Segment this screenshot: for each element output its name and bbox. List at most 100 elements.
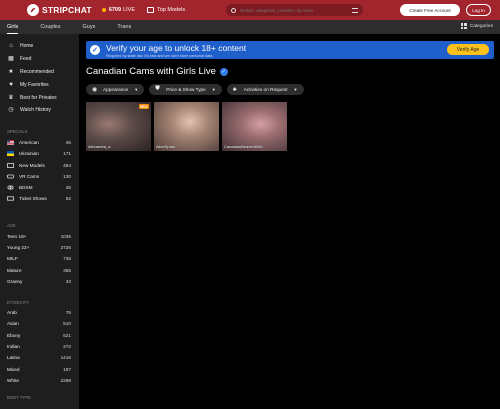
home-icon: ⌂ xyxy=(9,43,13,50)
sidebar-item-feed[interactable]: ▦ Feed xyxy=(0,53,79,66)
filter-ethnicity-indian[interactable]: Indian 272 xyxy=(0,341,79,352)
sidebar-item-watch-history[interactable]: ◷ Watch History xyxy=(0,104,79,117)
filter-age-milf[interactable]: MILF 736 xyxy=(0,253,79,264)
filter-label: Asian xyxy=(7,321,19,327)
filter-ethnicity-mixed[interactable]: Mixed 167 xyxy=(0,364,79,375)
logo-icon xyxy=(27,4,39,16)
model-card[interactable]: CanadianBeaver5060 xyxy=(222,102,287,151)
filter-label: Granny xyxy=(7,278,23,284)
grid-icon xyxy=(460,23,467,29)
main-content: ✓ Verify your age to unlock 18+ content … xyxy=(79,34,500,409)
filter-new-models[interactable]: New Models 494 xyxy=(0,159,79,170)
model-grid: NEW Alexandra_a AliceSpark CanadianBeave… xyxy=(86,102,290,151)
new-icon xyxy=(7,162,14,168)
sidebar-item-label: Home xyxy=(20,43,34,50)
verify-subtitle: Required by state law. It's fast and we … xyxy=(106,53,214,58)
filter-ukrainian[interactable]: Ukrainian 171 xyxy=(0,148,79,159)
search-icon xyxy=(231,7,236,13)
sidebar: ⌂ Home ▦ Feed ★ Recommended ♥ My Favorit… xyxy=(0,34,79,409)
verify-age-banner: ✓ Verify your age to unlock 18+ content … xyxy=(86,41,494,59)
live-count: 6709 xyxy=(108,7,122,13)
tab-couples[interactable]: Couples xyxy=(40,20,60,34)
filter-count: 1416 xyxy=(60,355,71,361)
filter-button-label: Activities on Request xyxy=(243,87,288,92)
feed-icon: ▦ xyxy=(8,56,14,63)
search-input[interactable] xyxy=(240,7,350,13)
category-tabs: Girls Couples Guys Trans Categories xyxy=(0,20,500,34)
tab-guys[interactable]: Guys xyxy=(83,20,96,34)
ua-flag-icon xyxy=(7,151,14,157)
filter-ethnicity-white[interactable]: White 2298 xyxy=(0,375,79,386)
vr-icon xyxy=(7,174,14,179)
model-card[interactable]: NEW Alexandra_a xyxy=(86,102,151,151)
sidebar-item-label: Recommended xyxy=(20,68,54,75)
filter-count: 76 xyxy=(65,310,71,316)
create-account-button[interactable]: Create Free Account xyxy=(400,4,460,16)
login-button[interactable]: Log In xyxy=(466,4,491,16)
history-icon: ◷ xyxy=(8,107,14,114)
star-icon: ★ xyxy=(8,68,14,75)
us-flag-icon xyxy=(7,139,14,145)
filter-bdsm[interactable]: BDSM 45 xyxy=(0,182,79,193)
filter-count: 45 xyxy=(65,185,71,191)
categories-button[interactable]: Categories xyxy=(460,23,493,29)
model-card[interactable]: AliceSpark xyxy=(154,102,219,151)
activities-icon: ♣ xyxy=(232,86,237,93)
filter-label: Mature xyxy=(7,267,22,273)
chevron-down-icon: ▼ xyxy=(134,87,139,92)
new-badge: NEW xyxy=(138,104,149,109)
filter-age-granny[interactable]: Granny 43 xyxy=(0,276,79,287)
filter-count: 167 xyxy=(63,366,71,372)
filter-vr-cams[interactable]: VR Cams 130 xyxy=(0,171,79,182)
sidebar-item-label: Feed xyxy=(20,56,32,63)
filter-label: MILF xyxy=(7,256,18,262)
filter-count: 43 xyxy=(65,278,71,284)
appearance-filter-button[interactable]: ◉ Appearance ▼ xyxy=(86,84,145,95)
check-shield-icon: ✓ xyxy=(90,45,100,55)
sidebar-item-home[interactable]: ⌂ Home xyxy=(0,40,79,53)
filter-count: 494 xyxy=(63,162,71,168)
filter-ticket-shows[interactable]: Ticket Shows 92 xyxy=(0,193,79,204)
search-box[interactable] xyxy=(226,4,363,16)
filter-count: 2726 xyxy=(60,245,71,250)
sidebar-item-favorites[interactable]: ♥ My Favorites xyxy=(0,78,79,91)
tab-trans[interactable]: Trans xyxy=(117,20,131,34)
top-models-link[interactable]: Top Models xyxy=(147,7,185,13)
top-header: STRIPCHAT 6709 LIVE Top Models Create Fr… xyxy=(0,0,500,20)
tab-girls[interactable]: Girls xyxy=(7,20,19,34)
filter-count: 46 xyxy=(65,139,71,145)
sidebar-item-best-privates[interactable]: ♛ Best for Privates xyxy=(0,91,79,104)
filter-age-teen[interactable]: Teen 18+ 1035 xyxy=(0,231,79,242)
filter-ethnicity-asian[interactable]: Asian 510 xyxy=(0,318,79,329)
filter-icon[interactable] xyxy=(352,7,358,13)
categories-label: Categories xyxy=(469,23,493,29)
filter-ethnicity-latina[interactable]: Latina 1416 xyxy=(0,352,79,363)
page-title-text: Canadian Cams with Girls Live xyxy=(86,66,216,77)
filter-ethnicity-ebony[interactable]: Ebony 521 xyxy=(0,330,79,341)
verify-age-button[interactable]: Verify Age xyxy=(447,44,489,55)
sidebar-item-label: My Favorites xyxy=(20,81,49,88)
filter-ethnicity-arab[interactable]: Arab 76 xyxy=(0,307,79,318)
filter-count: 1035 xyxy=(60,233,71,239)
activities-filter-button[interactable]: ♣ Activities on Request ▼ xyxy=(226,84,304,95)
chevron-down-icon: ▼ xyxy=(211,87,216,92)
crown-icon: ♛ xyxy=(8,94,14,101)
filter-label: Ticket Shows xyxy=(19,196,47,202)
sidebar-item-recommended[interactable]: ★ Recommended xyxy=(0,66,79,79)
section-title-age: AGE xyxy=(7,223,16,229)
live-label: LIVE xyxy=(123,7,135,13)
price-show-type-filter-button[interactable]: ⛊ Price & Show Type ▼ xyxy=(149,84,222,95)
filter-count: 2298 xyxy=(60,377,71,383)
filter-count: 92 xyxy=(65,196,71,202)
logo[interactable]: STRIPCHAT xyxy=(27,4,92,16)
top-models-icon xyxy=(147,7,154,13)
filter-american[interactable]: American 46 xyxy=(0,137,79,148)
filter-label: New Models xyxy=(19,162,45,168)
filter-button-label: Appearance xyxy=(103,87,129,92)
filter-bar: ◉ Appearance ▼ ⛊ Price & Show Type ▼ ♣ A… xyxy=(86,84,309,95)
model-name: AliceSpark xyxy=(156,144,176,149)
filter-age-young[interactable]: Young 22+ 2726 xyxy=(0,242,79,253)
filter-age-mature[interactable]: Mature 355 xyxy=(0,264,79,275)
tag-icon: ⛊ xyxy=(155,86,160,92)
verify-title: Verify your age to unlock 18+ content xyxy=(106,42,247,53)
